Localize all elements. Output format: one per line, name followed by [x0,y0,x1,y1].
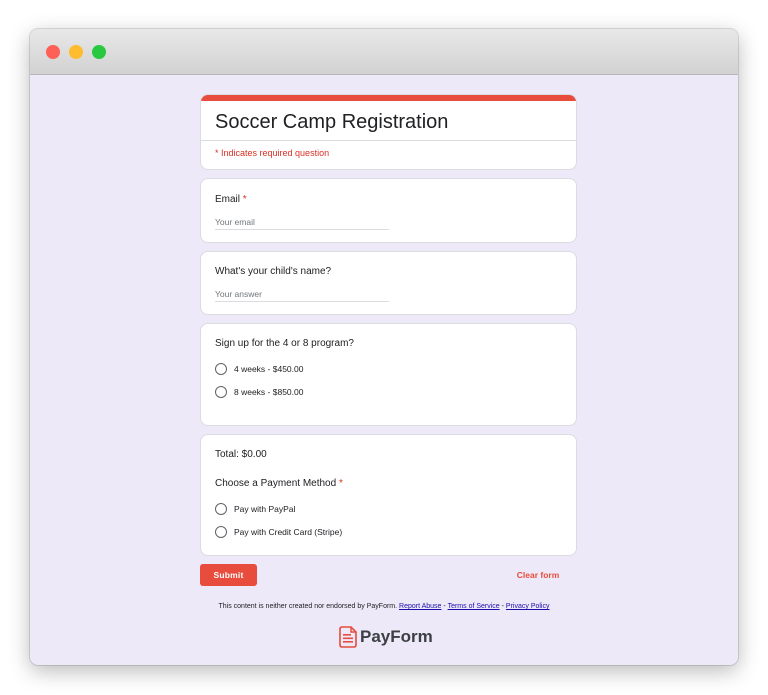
payment-option-label: Pay with Credit Card (Stripe) [234,527,343,537]
program-question-card: Sign up for the 4 or 8 program? 4 weeks … [200,323,577,426]
document-icon [339,626,357,648]
payment-question-card: Total: $0.00 Choose a Payment Method * P… [200,434,577,556]
maximize-window-button[interactable] [92,45,106,59]
email-label: Email * [215,194,247,205]
footer-disclaimer: This content is neither created nor endo… [30,603,738,610]
program-label: Sign up for the 4 or 8 program? [215,338,354,349]
brand-name: PayForm [360,627,433,646]
required-note: * Indicates required question [215,148,330,158]
report-abuse-link[interactable]: Report Abuse [399,603,441,610]
header-accent-bar [201,95,576,101]
clear-form-button[interactable]: Clear form [508,564,568,586]
browser-window: Soccer Camp Registration * Indicates req… [30,29,738,665]
form-title: Soccer Camp Registration [215,111,449,133]
email-question-card: Email * [200,178,577,243]
payform-logo: PayForm [339,625,433,649]
disclaimer-text: This content is neither created nor endo… [218,603,398,610]
radio-button[interactable] [215,386,227,398]
payment-method-label: Choose a Payment Method * [215,478,343,489]
privacy-policy-link[interactable]: Privacy Policy [506,603,550,610]
program-option-8-weeks[interactable]: 8 weeks - $850.00 [215,385,303,399]
email-label-text: Email [215,194,241,205]
radio-button[interactable] [215,503,227,515]
total-amount: Total: $0.00 [215,449,267,460]
radio-button[interactable] [215,363,227,375]
minimize-window-button[interactable] [69,45,83,59]
payment-method-label-text: Choose a Payment Method [215,478,337,489]
payment-option-label: Pay with PayPal [234,504,296,514]
payment-option-credit-card[interactable]: Pay with Credit Card (Stripe) [215,525,342,539]
payment-option-paypal[interactable]: Pay with PayPal [215,502,295,516]
header-divider [201,140,576,141]
required-asterisk: * [242,194,247,205]
child-name-label: What's your child's name? [215,266,332,277]
page-content: Soccer Camp Registration * Indicates req… [30,75,738,665]
window-titlebar [30,29,738,75]
program-option-4-weeks[interactable]: 4 weeks - $450.00 [215,362,303,376]
radio-button[interactable] [215,526,227,538]
submit-button[interactable]: Submit [200,564,257,586]
close-window-button[interactable] [46,45,60,59]
terms-of-service-link[interactable]: Terms of Service [448,603,500,610]
form-header-card: Soccer Camp Registration * Indicates req… [200,94,577,170]
program-option-label: 4 weeks - $450.00 [234,364,304,374]
email-input[interactable] [215,214,389,230]
child-name-question-card: What's your child's name? [200,251,577,315]
required-asterisk: * [338,478,343,489]
child-name-input[interactable] [215,286,389,302]
program-option-label: 8 weeks - $850.00 [234,387,304,397]
